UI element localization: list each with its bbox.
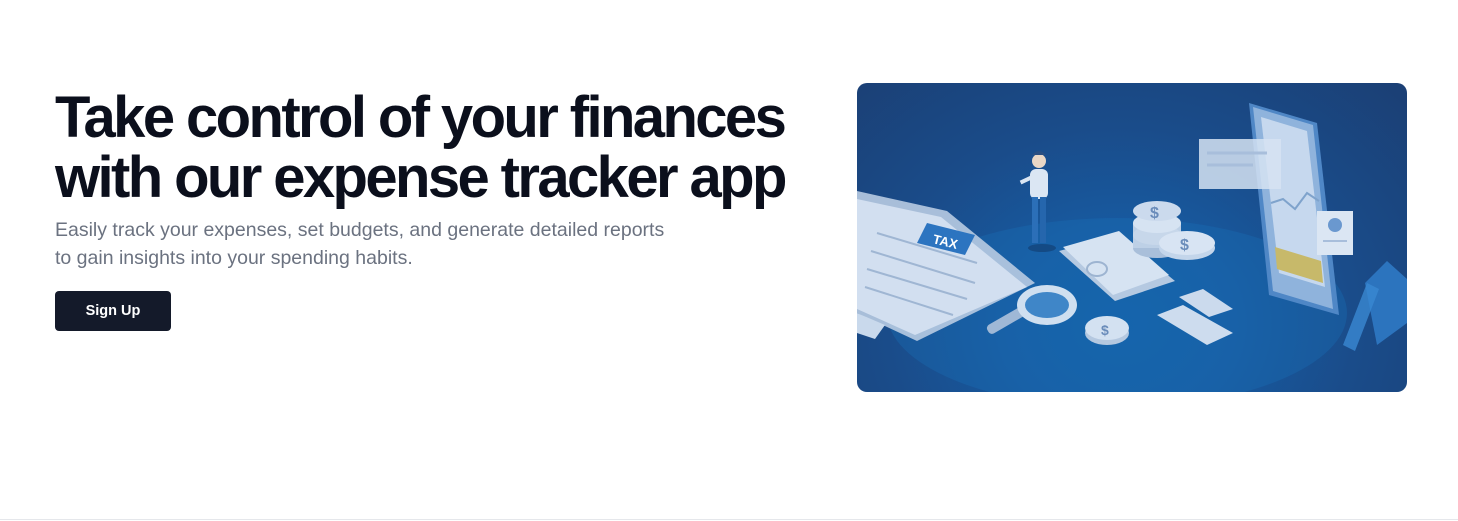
coin-bottom: $ [1085, 316, 1129, 345]
hero-text: Take control of your finances with our e… [55, 88, 795, 331]
hero-subtitle: Easily track your expenses, set budgets,… [55, 219, 665, 269]
sign-up-button[interactable]: Sign Up [55, 291, 171, 331]
coin-bottom-symbol: $ [1101, 322, 1109, 338]
coin-symbol: $ [1180, 237, 1189, 254]
finance-illustration: TAX $ $ $ [857, 83, 1407, 392]
coin-stack-symbol: $ [1150, 205, 1159, 222]
finance-illustration-svg: TAX $ $ $ [857, 103, 1407, 392]
hero-section: Take control of your finances with our e… [0, 0, 1458, 520]
hero-title: Take control of your finances with our e… [55, 85, 787, 210]
